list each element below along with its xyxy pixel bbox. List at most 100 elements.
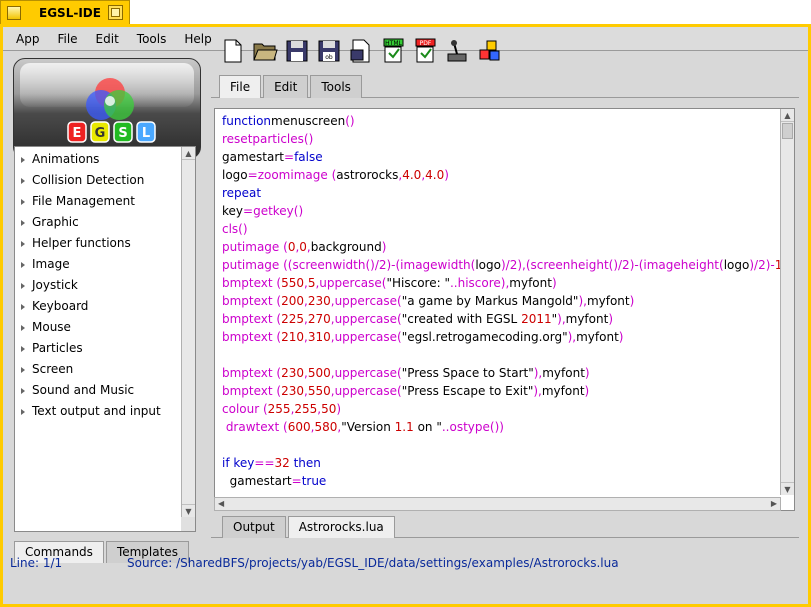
code-token: ), bbox=[567, 330, 577, 344]
list-item[interactable]: Screen bbox=[19, 359, 195, 380]
code-line[interactable]: logo=zoomimage (astrorocks,4.0,4.0) bbox=[222, 166, 794, 184]
expand-arrow-icon[interactable] bbox=[21, 261, 25, 268]
code-line[interactable]: drawtext (600,580,"Version 1.1 on "..ost… bbox=[222, 418, 794, 436]
menu-file[interactable]: File bbox=[48, 32, 86, 46]
code-line[interactable]: cls() bbox=[222, 220, 794, 238]
code-line[interactable]: resetparticles() bbox=[222, 130, 794, 148]
list-item[interactable]: Text output and input bbox=[19, 401, 195, 422]
list-item[interactable]: Graphic bbox=[19, 212, 195, 233]
expand-arrow-icon[interactable] bbox=[21, 156, 25, 163]
pdf-export-icon[interactable]: PDF bbox=[412, 38, 438, 64]
code-token: 255 bbox=[267, 402, 291, 416]
code-token: )/2),(screenheight()/2)-(imageheight( bbox=[500, 258, 724, 272]
tab-output[interactable]: Output bbox=[222, 516, 286, 538]
list-item[interactable]: Particles bbox=[19, 338, 195, 359]
expand-arrow-icon[interactable] bbox=[21, 408, 25, 415]
code-text[interactable]: functionmenuscreen() resetparticles() game… bbox=[222, 112, 794, 490]
code-token: ) bbox=[618, 330, 624, 344]
code-token: () bbox=[345, 114, 355, 128]
code-line[interactable]: bmptext (550,5,uppercase("Hiscore: "..hi… bbox=[222, 274, 794, 292]
list-item[interactable]: Animations bbox=[19, 149, 195, 170]
code-token: logo bbox=[475, 258, 501, 272]
expand-arrow-icon[interactable] bbox=[21, 282, 25, 289]
html-export-icon[interactable]: HTML bbox=[380, 38, 406, 64]
cubes-icon[interactable] bbox=[476, 38, 502, 64]
expand-arrow-icon[interactable] bbox=[21, 366, 25, 373]
save-as-icon[interactable]: ob bbox=[316, 38, 342, 64]
expand-arrow-icon[interactable] bbox=[21, 387, 25, 394]
code-line[interactable]: bmptext (230,550,uppercase("Press Escape… bbox=[222, 382, 794, 400]
code-line[interactable]: repeat bbox=[222, 184, 794, 202]
expand-arrow-icon[interactable] bbox=[21, 240, 25, 247]
code-editor[interactable]: functionmenuscreen() resetparticles() game… bbox=[214, 108, 795, 511]
expand-arrow-icon[interactable] bbox=[21, 345, 25, 352]
window-title-tab[interactable]: EGSL-IDE bbox=[0, 0, 130, 24]
code-line[interactable]: putimage (0,0,background) bbox=[222, 238, 794, 256]
export-icon[interactable] bbox=[348, 38, 374, 64]
new-file-icon[interactable] bbox=[220, 38, 246, 64]
code-line[interactable] bbox=[222, 436, 794, 454]
expand-arrow-icon[interactable] bbox=[21, 177, 25, 184]
code-line[interactable]: bmptext (200,230,uppercase("a game by Ma… bbox=[222, 292, 794, 310]
menu-tools[interactable]: Tools bbox=[128, 32, 176, 46]
joystick-icon[interactable] bbox=[444, 38, 470, 64]
code-line[interactable]: bmptext (225,270,uppercase("created with… bbox=[222, 310, 794, 328]
list-item[interactable]: Helper functions bbox=[19, 233, 195, 254]
code-token: myfont bbox=[509, 276, 552, 290]
editor-horizontal-scrollbar[interactable]: ◀ ▶ bbox=[214, 497, 781, 511]
code-line[interactable]: gamestart=true bbox=[222, 472, 794, 490]
list-item[interactable]: Image bbox=[19, 254, 195, 275]
list-item[interactable]: Keyboard bbox=[19, 296, 195, 317]
scroll-up-icon[interactable]: ▲ bbox=[182, 147, 195, 160]
code-line[interactable] bbox=[222, 346, 794, 364]
scroll-left-icon[interactable]: ◀ bbox=[218, 498, 224, 510]
code-token: ) bbox=[629, 294, 635, 308]
tab-edit[interactable]: Edit bbox=[263, 75, 309, 98]
scroll-thumb[interactable] bbox=[782, 123, 793, 139]
tab-file-astrorocks[interactable]: Astrorocks.lua bbox=[287, 516, 395, 538]
code-line[interactable]: putimage ((screenwidth()/2)-(imagewidth(… bbox=[222, 256, 794, 274]
expand-arrow-icon[interactable] bbox=[21, 219, 25, 226]
list-item[interactable]: Collision Detection bbox=[19, 170, 195, 191]
menu-help[interactable]: Help bbox=[175, 32, 220, 46]
scroll-down-icon[interactable]: ▼ bbox=[182, 504, 195, 517]
tab-file[interactable]: File bbox=[219, 75, 262, 98]
expand-arrow-icon[interactable] bbox=[21, 303, 25, 310]
list-item[interactable]: File Management bbox=[19, 191, 195, 212]
expand-arrow-icon[interactable] bbox=[21, 198, 25, 205]
code-line[interactable]: bmptext (230,500,uppercase("Press Space … bbox=[222, 364, 794, 382]
menu-app[interactable]: App bbox=[7, 32, 48, 46]
code-token: 1.1 bbox=[394, 420, 414, 434]
scroll-up-icon[interactable]: ▲ bbox=[781, 109, 794, 122]
commands-scrollbar[interactable]: ▲ ▼ bbox=[181, 147, 195, 517]
code-token: putimage bbox=[222, 240, 280, 254]
list-item[interactable]: Sound and Music bbox=[19, 380, 195, 401]
code-token: bmptext ( bbox=[222, 366, 282, 380]
list-item[interactable]: Joystick bbox=[19, 275, 195, 296]
code-token: 210 bbox=[281, 330, 305, 344]
code-line[interactable]: key=getkey() bbox=[222, 202, 794, 220]
list-item[interactable]: Mouse bbox=[19, 317, 195, 338]
code-token: 255 bbox=[294, 402, 318, 416]
code-line[interactable]: bmptext (210,310,uppercase("egsl.retroga… bbox=[222, 328, 794, 346]
code-line[interactable]: functionmenuscreen() bbox=[222, 112, 794, 130]
code-line[interactable]: if key==32 then bbox=[222, 454, 794, 472]
editor-vertical-scrollbar[interactable]: ▲ ▼ bbox=[780, 109, 794, 495]
tab-tools[interactable]: Tools bbox=[310, 75, 362, 98]
code-token: ) bbox=[608, 312, 613, 326]
code-token: menuscreen bbox=[271, 114, 346, 128]
code-token: 4.0 bbox=[402, 168, 422, 182]
code-line[interactable]: colour (255,255,50) bbox=[222, 400, 794, 418]
code-token: bmptext ( bbox=[222, 312, 282, 326]
close-icon[interactable] bbox=[7, 5, 21, 20]
zoom-icon[interactable] bbox=[108, 5, 123, 20]
expand-arrow-icon[interactable] bbox=[21, 324, 25, 331]
scroll-right-icon[interactable]: ▶ bbox=[771, 498, 777, 510]
scroll-down-icon[interactable]: ▼ bbox=[781, 482, 794, 495]
commands-list[interactable]: Animations Collision Detection File Manage… bbox=[14, 146, 196, 532]
menu-edit[interactable]: Edit bbox=[87, 32, 128, 46]
open-folder-icon[interactable] bbox=[252, 38, 278, 64]
code-token: 230 bbox=[281, 384, 305, 398]
save-icon[interactable] bbox=[284, 38, 310, 64]
code-line[interactable]: gamestart=false bbox=[222, 148, 794, 166]
